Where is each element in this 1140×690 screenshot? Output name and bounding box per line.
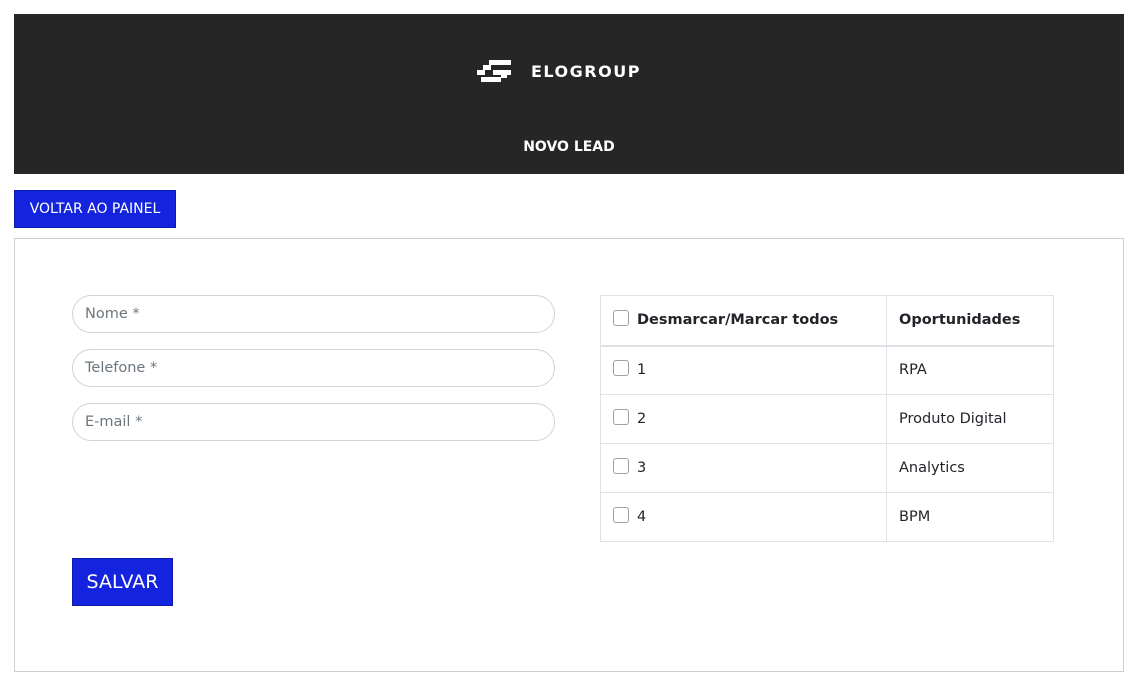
opportunity-cell: Produto Digital xyxy=(886,394,1054,444)
page-title: NOVO LEAD xyxy=(523,139,615,155)
page-header: ELOGROUP NOVO LEAD xyxy=(14,14,1124,174)
row-id: 3 xyxy=(637,460,647,476)
row-id: 1 xyxy=(637,362,647,379)
opportunity-cell: RPA xyxy=(886,345,1054,395)
row-checkbox[interactable] xyxy=(613,409,629,425)
elogroup-logo-icon xyxy=(477,60,511,82)
row-select-cell: 4 xyxy=(600,492,887,542)
row-checkbox[interactable] xyxy=(613,360,629,377)
opportunities-table: Desmarcar/Marcar todos Oportunidades 1 R… xyxy=(600,295,1054,542)
row-select-cell: 1 xyxy=(600,345,887,395)
row-checkbox[interactable] xyxy=(613,458,629,474)
name-input[interactable] xyxy=(72,295,555,333)
opportunity-cell: BPM xyxy=(886,492,1054,542)
back-to-dashboard-button[interactable]: VOLTAR AO PAINEL xyxy=(14,190,176,228)
row-select-cell: 3 xyxy=(600,443,887,493)
row-select-cell: 2 xyxy=(600,394,887,444)
brand-logo: ELOGROUP xyxy=(477,58,641,84)
phone-input[interactable] xyxy=(72,349,555,387)
table-row: 4 BPM xyxy=(600,492,1054,542)
save-button[interactable]: SALVAR xyxy=(72,558,173,606)
select-all-label: Desmarcar/Marcar todos xyxy=(637,312,839,329)
table-header-row: Desmarcar/Marcar todos Oportunidades xyxy=(600,295,1054,347)
select-all-header: Desmarcar/Marcar todos xyxy=(600,295,887,347)
table-row: 3 Analytics xyxy=(600,443,1054,493)
row-checkbox[interactable] xyxy=(613,507,629,523)
logo-text: ELOGROUP xyxy=(531,61,641,81)
lead-form-card: SALVAR Desmarcar/Marcar todos Oportunida… xyxy=(14,238,1124,672)
opportunity-cell: Analytics xyxy=(886,443,1054,493)
email-input[interactable] xyxy=(72,403,555,441)
row-id: 4 xyxy=(637,509,647,525)
table-row: 2 Produto Digital xyxy=(600,394,1054,444)
table-row: 1 RPA xyxy=(600,345,1054,395)
opportunities-header: Oportunidades xyxy=(886,295,1054,347)
row-id: 2 xyxy=(637,411,647,427)
select-all-checkbox[interactable] xyxy=(613,310,629,327)
